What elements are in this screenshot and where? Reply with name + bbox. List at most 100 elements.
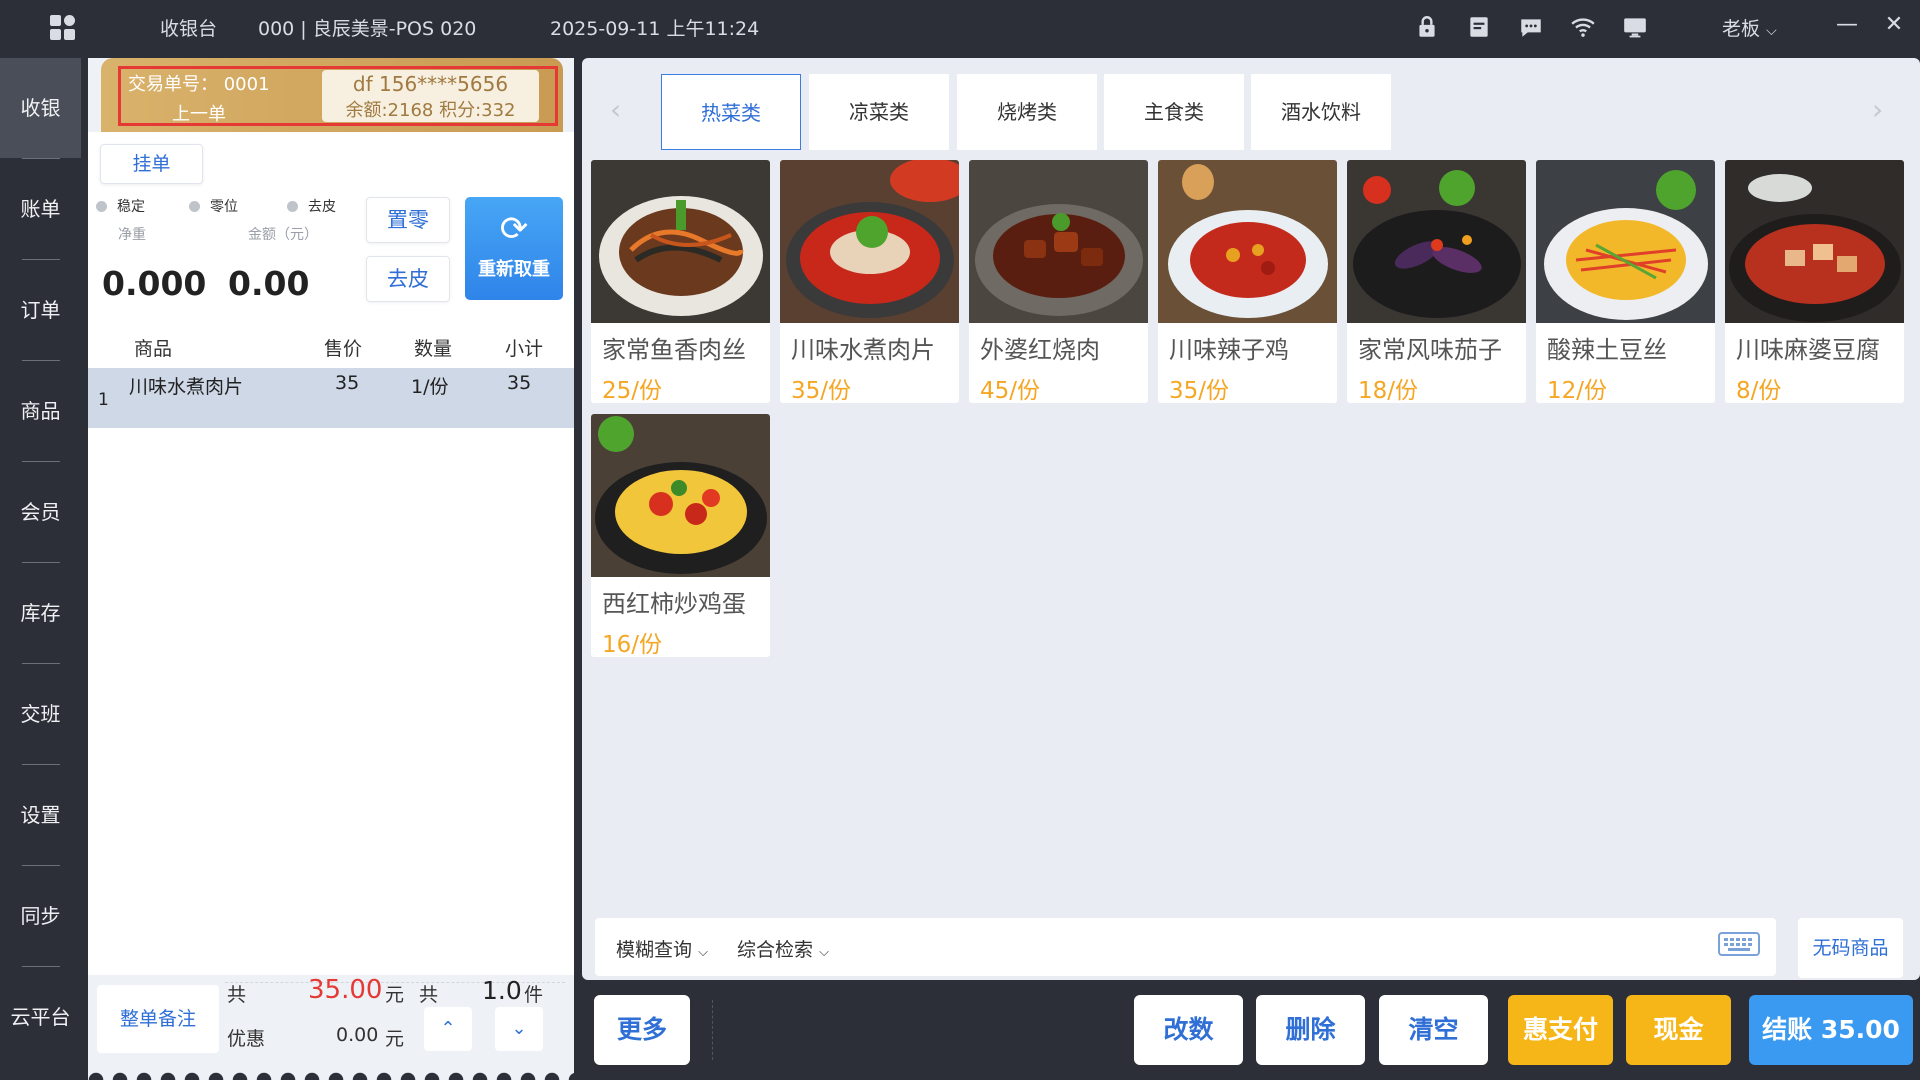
row-qty: 1/份	[411, 376, 449, 398]
nav-label: 设置	[20, 803, 61, 827]
col-subtotal: 小计	[505, 338, 544, 360]
order-note-button[interactable]: 整单备注	[97, 985, 219, 1053]
product-name: 家常风味茄子	[1358, 336, 1502, 364]
product-card[interactable]: 酸辣土豆丝 12/份	[1536, 160, 1715, 403]
product-price: 35/份	[1169, 378, 1230, 403]
product-card[interactable]: 川味辣子鸡 35/份	[1158, 160, 1337, 403]
count-prefix: 共	[419, 984, 439, 1006]
app-title: 收银台	[160, 18, 218, 40]
delete-button[interactable]: 删除	[1256, 995, 1365, 1065]
product-card[interactable]: 川味麻婆豆腐 8/份	[1725, 160, 1904, 403]
receipt-icon[interactable]	[1466, 14, 1492, 40]
nav-label: 库存	[20, 601, 61, 625]
action-divider	[712, 1000, 714, 1060]
product-name: 川味麻婆豆腐	[1736, 336, 1880, 364]
nav-label: 同步	[20, 904, 61, 928]
more-button[interactable]: 更多	[594, 995, 690, 1065]
tab-drinks[interactable]: 酒水饮料	[1251, 74, 1391, 150]
chevron-up-icon: ⌃	[440, 1018, 456, 1039]
apps-grid-icon[interactable]	[50, 15, 76, 41]
close-icon[interactable]: ✕	[1879, 12, 1909, 37]
nav-item-settings[interactable]: 设置	[0, 765, 81, 865]
monitor-icon[interactable]	[1622, 14, 1648, 40]
search-bar[interactable]: 模糊查询 ⌵ 综合检索 ⌵	[595, 918, 1776, 976]
product-card[interactable]: 外婆红烧肉 45/份	[969, 160, 1148, 403]
total-prefix: 共	[227, 984, 247, 1006]
zero-button[interactable]: 置零	[366, 197, 450, 243]
user-name: 老板	[1722, 18, 1761, 40]
tab-cold-dishes[interactable]: 凉菜类	[809, 74, 949, 150]
nav-item-orders[interactable]: 订单	[0, 260, 81, 360]
no-barcode-product-button[interactable]: 无码商品	[1798, 918, 1903, 978]
order-row[interactable]: 1 川味水煮肉片 35 1/份 35	[88, 368, 574, 428]
total-amount: 35.00	[308, 975, 383, 1005]
checkout-button[interactable]: 结账 35.00	[1749, 995, 1913, 1065]
product-price: 45/份	[980, 378, 1041, 403]
nav-item-cloud[interactable]: 云平台	[0, 967, 81, 1067]
fuzzy-search-select[interactable]: 模糊查询 ⌵	[616, 935, 708, 962]
nav-item-members[interactable]: 会员	[0, 462, 81, 562]
row-price: 35	[335, 372, 360, 394]
tare-button[interactable]: 去皮	[366, 256, 450, 302]
scale-stable-indicator: 稳定	[96, 196, 145, 216]
minimize-icon[interactable]: —	[1832, 12, 1862, 37]
dish-image	[1347, 160, 1526, 323]
nav-label: 收银	[20, 96, 61, 120]
member-info[interactable]: df 156****5656 余额:2168 积分:332	[322, 70, 539, 122]
nav-item-inventory[interactable]: 库存	[0, 563, 81, 663]
nav-item-bills[interactable]: 账单	[0, 159, 81, 259]
nav-item-products[interactable]: 商品	[0, 361, 81, 461]
nav-label: 账单	[20, 197, 61, 221]
previous-order-link[interactable]: 上一单	[172, 100, 226, 126]
tab-hot-dishes[interactable]: 热菜类	[661, 74, 801, 150]
cash-button[interactable]: 现金	[1626, 995, 1731, 1065]
tab-bbq[interactable]: 烧烤类	[957, 74, 1097, 150]
discount-amount: 0.00	[336, 1024, 379, 1046]
nav-label: 云平台	[10, 1005, 71, 1029]
product-card[interactable]: 家常风味茄子 18/份	[1347, 160, 1526, 403]
transaction-number: 交易单号： 0001	[128, 74, 270, 95]
chevron-down-icon: ⌵	[698, 945, 708, 960]
col-product: 商品	[134, 338, 173, 360]
nav-item-cashier[interactable]: 收银	[0, 58, 81, 158]
reweigh-label: 重新取重	[478, 259, 550, 280]
hang-order-button[interactable]: 挂单	[100, 144, 203, 184]
member-balance: 余额:2168 积分:332	[345, 100, 516, 121]
wifi-icon[interactable]	[1570, 14, 1596, 40]
scroll-up-button[interactable]: ⌃	[424, 1007, 472, 1051]
keyboard-icon[interactable]	[1718, 930, 1760, 958]
scroll-down-button[interactable]: ⌄	[495, 1007, 543, 1051]
nav-item-shift[interactable]: 交班	[0, 664, 81, 764]
reweigh-button[interactable]: ⟳ 重新取重	[465, 197, 563, 300]
category-prev-icon[interactable]: ‹	[610, 93, 621, 126]
product-price: 25/份	[602, 378, 663, 403]
refresh-icon: ⟳	[499, 209, 529, 249]
store-name: 000 | 良辰美景-POS 020	[258, 18, 477, 40]
col-price: 售价	[324, 338, 363, 360]
nav-item-sync[interactable]: 同步	[0, 866, 81, 966]
product-name: 川味水煮肉片	[791, 336, 935, 364]
hui-pay-button[interactable]: 惠支付	[1508, 995, 1613, 1065]
product-name: 酸辣土豆丝	[1547, 336, 1667, 364]
dish-image	[1158, 160, 1337, 323]
chevron-down-icon: ⌵	[1766, 23, 1777, 39]
dish-image	[591, 414, 770, 577]
product-price: 16/份	[602, 632, 663, 657]
receipt-edge	[88, 1062, 574, 1080]
product-price: 8/份	[1736, 378, 1782, 403]
scale-zero-indicator: 零位	[189, 196, 238, 216]
chat-icon[interactable]	[1518, 14, 1544, 40]
product-card[interactable]: 家常鱼香肉丝 25/份	[591, 160, 770, 403]
tab-staples[interactable]: 主食类	[1104, 74, 1244, 150]
product-card[interactable]: 川味水煮肉片 35/份	[780, 160, 959, 403]
user-menu[interactable]: 老板 ⌵	[1722, 14, 1777, 41]
product-card[interactable]: 西红柿炒鸡蛋 16/份	[591, 414, 770, 657]
lock-icon[interactable]	[1414, 14, 1440, 40]
modify-qty-button[interactable]: 改数	[1134, 995, 1243, 1065]
category-next-icon[interactable]: ›	[1872, 93, 1883, 126]
product-name: 西红柿炒鸡蛋	[602, 590, 746, 618]
nav-label: 会员	[20, 500, 61, 524]
clear-button[interactable]: 清空	[1379, 995, 1488, 1065]
combined-search-select[interactable]: 综合检索 ⌵	[737, 935, 829, 962]
product-price: 18/份	[1358, 378, 1419, 403]
